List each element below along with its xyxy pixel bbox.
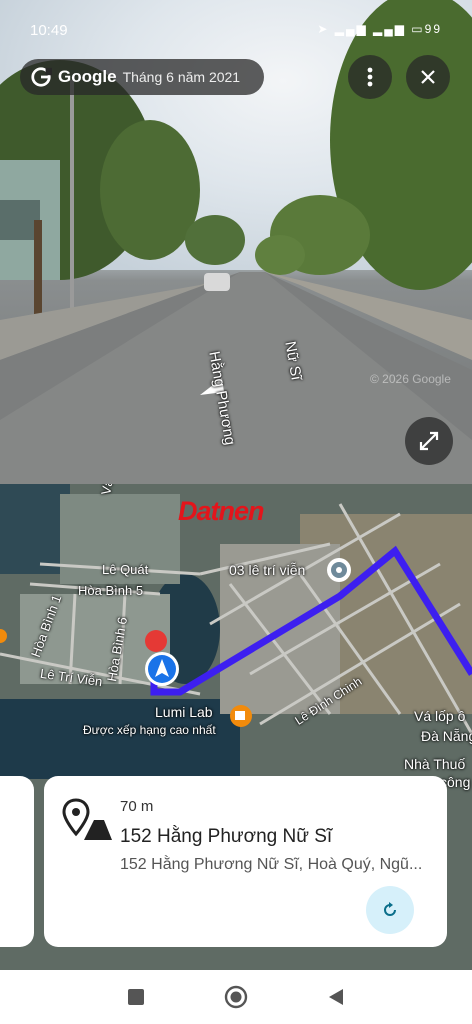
place-card[interactable]: 70 m 152 Hằng Phương Nữ Sĩ 152 Hằng Phươ… [44, 776, 447, 947]
battery-level: 99 [424, 22, 442, 36]
refresh-icon [384, 902, 396, 916]
imagery-info-pill[interactable]: Google Tháng 6 năm 2021 [20, 59, 264, 95]
datnen-watermark: Datnen [178, 496, 265, 526]
status-icons: ➤ ▂▄▆ ▂▄▆ ▭99 [317, 22, 442, 36]
map-label-nha-thuoc: Nhà Thuố [404, 756, 466, 772]
google-brand: Google [58, 67, 117, 86]
map-label-da-nang: Đà Nẵng T [421, 728, 472, 744]
imagery-date: Tháng 6 năm 2021 [122, 69, 241, 85]
refresh-button[interactable] [366, 886, 414, 934]
map-label-lumi-lab: Lumi Lab [155, 704, 213, 720]
home-button[interactable] [223, 984, 249, 1010]
expand-button[interactable] [405, 417, 453, 465]
map-label-le-quat: Lê Quát [102, 562, 149, 577]
recents-button[interactable] [123, 984, 149, 1010]
place-type-icon [62, 798, 112, 840]
google-g-icon [31, 67, 52, 87]
close-icon [421, 70, 435, 84]
place-address: 152 Hằng Phương Nữ Sĩ, Hoà Quý, Ngũ... [120, 856, 423, 873]
copyright-watermark: © 2026 Google [370, 372, 451, 386]
system-navigation-bar [0, 970, 472, 1024]
status-bar: 10:49 ➤ ▂▄▆ ▂▄▆ ▭99 [0, 0, 472, 60]
map-label-rated: Được xếp hạng cao nhất [83, 723, 216, 737]
close-button[interactable] [406, 55, 450, 99]
map-label-va-lop: Vá lốp ô [414, 708, 466, 724]
more-options-button[interactable] [348, 55, 392, 99]
expand-icon [419, 431, 439, 451]
more-vert-icon [367, 67, 373, 87]
place-title: 152 Hằng Phương Nữ Sĩ [120, 826, 333, 847]
back-button[interactable] [323, 984, 349, 1010]
map-label-destination: 03 lê trí viễn [229, 562, 306, 578]
previous-card[interactable] [0, 776, 34, 947]
map-label-hoa-binh-5: Hòa Bình 5 [78, 583, 144, 598]
status-time: 10:49 [30, 22, 68, 39]
place-distance: 70 m [120, 798, 154, 815]
